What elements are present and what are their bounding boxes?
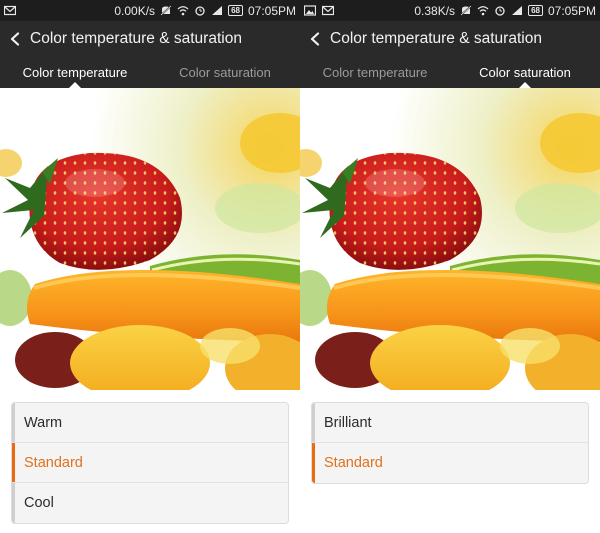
preview-image xyxy=(300,88,600,390)
option-standard[interactable]: Standard xyxy=(12,443,288,483)
title-bar: Color temperature & saturation xyxy=(0,21,300,56)
fruit-photo xyxy=(0,88,300,390)
option-cool[interactable]: Cool xyxy=(12,483,288,523)
signal-icon xyxy=(512,6,523,15)
back-button[interactable] xyxy=(300,21,330,56)
tab-color-saturation[interactable]: Color saturation xyxy=(450,56,600,88)
mute-icon xyxy=(460,5,472,16)
network-speed: 0.38K/s xyxy=(414,3,456,18)
option-standard[interactable]: Standard xyxy=(312,443,588,483)
back-chevron-icon xyxy=(310,31,320,46)
tab-label: Color temperature xyxy=(322,64,428,80)
fruit-photo xyxy=(300,88,600,390)
status-bar: 0.38K/s 68 07:05PM xyxy=(300,0,600,21)
wifi-icon xyxy=(477,6,489,16)
signal-icon xyxy=(212,6,223,15)
clock: 07:05PM xyxy=(547,3,596,18)
alarm-icon xyxy=(495,6,505,16)
option-list: Brilliant Standard xyxy=(311,402,589,484)
wifi-icon xyxy=(177,6,189,16)
mail-icon xyxy=(4,5,16,16)
tab-bar: Color temperature Color saturation xyxy=(0,56,300,88)
page-title: Color temperature & saturation xyxy=(330,29,542,47)
network-speed: 0.00K/s xyxy=(114,3,156,18)
clock: 07:05PM xyxy=(247,3,296,18)
preview-image xyxy=(0,88,300,390)
image-icon xyxy=(304,5,316,16)
page-title: Color temperature & saturation xyxy=(30,29,242,47)
option-warm[interactable]: Warm xyxy=(12,403,288,443)
option-brilliant[interactable]: Brilliant xyxy=(312,403,588,443)
tab-color-saturation[interactable]: Color saturation xyxy=(150,56,300,88)
tab-label: Color temperature xyxy=(22,64,128,80)
battery-icon: 68 xyxy=(528,5,543,16)
tab-color-temperature[interactable]: Color temperature xyxy=(0,56,150,88)
tab-color-temperature[interactable]: Color temperature xyxy=(300,56,450,88)
option-label: Warm xyxy=(24,414,63,431)
option-list: Warm Standard Cool xyxy=(11,402,289,524)
option-label: Cool xyxy=(24,495,54,511)
tab-label: Color saturation xyxy=(479,64,571,80)
mute-icon xyxy=(160,5,172,16)
tab-label: Color saturation xyxy=(179,64,271,80)
option-label: Brilliant xyxy=(324,414,372,431)
mail-icon xyxy=(322,5,334,16)
alarm-icon xyxy=(195,6,205,16)
back-chevron-icon xyxy=(10,31,20,46)
screen-color-saturation: 0.38K/s 68 07:05PM Color temperature & s… xyxy=(300,0,600,533)
tab-bar: Color temperature Color saturation xyxy=(300,56,600,88)
title-bar: Color temperature & saturation xyxy=(300,21,600,56)
back-button[interactable] xyxy=(0,21,30,56)
status-bar: 0.00K/s 68 07:05PM xyxy=(0,0,300,21)
battery-icon: 68 xyxy=(228,5,243,16)
option-label: Standard xyxy=(24,454,83,471)
option-label: Standard xyxy=(324,455,383,471)
screen-color-temperature: 0.00K/s 68 07:05PM Color temperature & s… xyxy=(0,0,300,533)
